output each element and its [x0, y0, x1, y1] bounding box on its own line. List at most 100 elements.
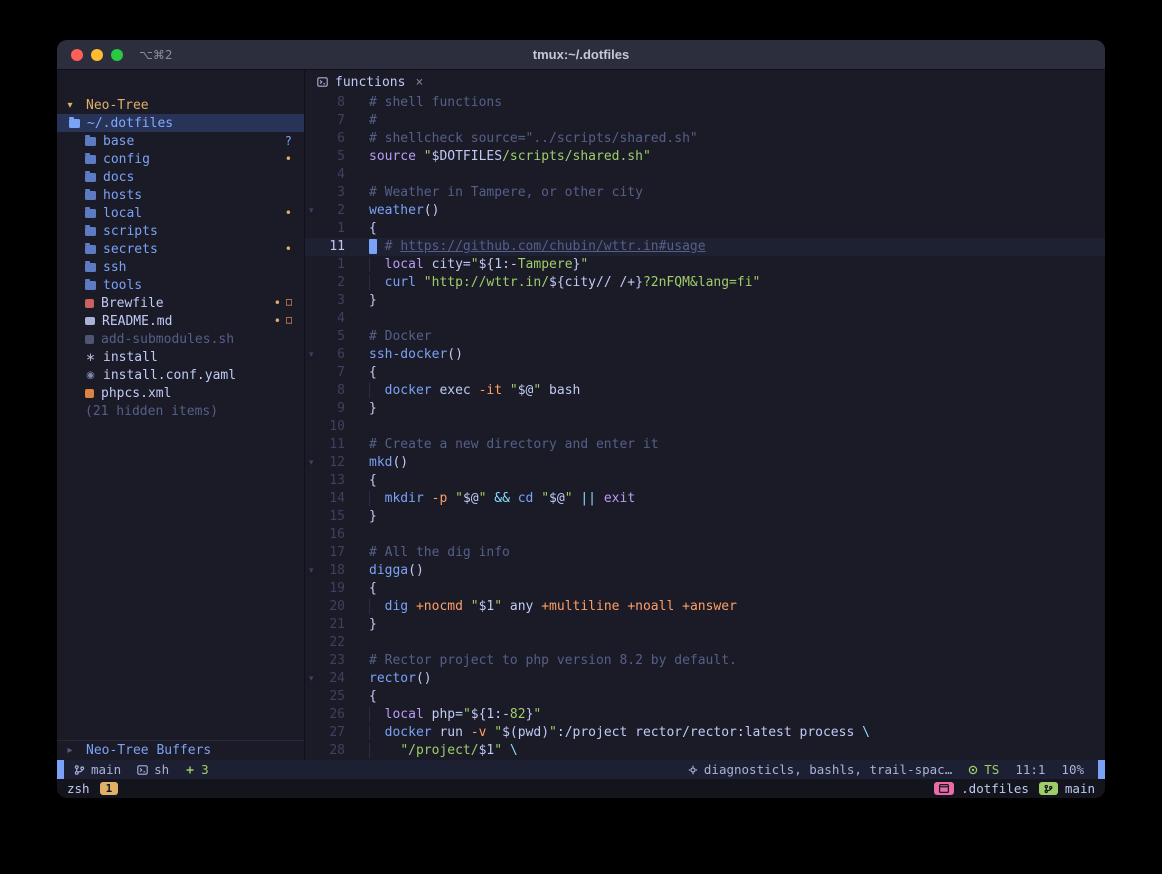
brewfile-icon	[85, 299, 94, 308]
code-line[interactable]: 6# shellcheck source="../scripts/shared.…	[305, 130, 1105, 148]
tree-item-config[interactable]: config•	[57, 150, 304, 168]
tree-item-brewfile[interactable]: Brewfile•□	[57, 294, 304, 312]
code-line[interactable]: 14 mkdir -p "$@" && cd "$@" || exit	[305, 490, 1105, 508]
window-controls	[57, 49, 123, 61]
statusline: main sh 3 diagnosticls, bashls, trail-sp…	[57, 760, 1105, 779]
code-line[interactable]: 17# All the dig info	[305, 544, 1105, 562]
fold-open-icon[interactable]: ▾	[305, 454, 319, 472]
code-line[interactable]: 11# Create a new directory and enter it	[305, 436, 1105, 454]
code-line[interactable]: 26 local php="${1:-82}"	[305, 706, 1105, 724]
code-line[interactable]: 4	[305, 166, 1105, 184]
code-line[interactable]: ▾12mkd()	[305, 454, 1105, 472]
git-modified-badge: •	[274, 294, 281, 312]
tree-item-readme.md[interactable]: README.md•□	[57, 312, 304, 330]
line-text: }	[369, 616, 377, 634]
code-line[interactable]: 19{	[305, 580, 1105, 598]
code-line[interactable]: 7{	[305, 364, 1105, 382]
tree-item-secrets[interactable]: secrets•	[57, 240, 304, 258]
tree-item-label: local	[103, 206, 142, 221]
tree-item--21-hidden-items-[interactable]: (21 hidden items)	[57, 402, 304, 420]
code-line[interactable]: 16	[305, 526, 1105, 544]
code-line[interactable]: 2 curl "http://wttr.in/${city// /+}?2nFQ…	[305, 274, 1105, 292]
code-line[interactable]: 3}	[305, 292, 1105, 310]
line-number: 2	[319, 274, 345, 292]
code-line[interactable]: 3# Weather in Tampere, or other city	[305, 184, 1105, 202]
folder-icon	[85, 209, 96, 218]
tree-item-base[interactable]: base?	[57, 132, 304, 150]
session-icon	[939, 784, 949, 793]
code-line[interactable]: ▾2weather()	[305, 202, 1105, 220]
fold-open-icon[interactable]: ▾	[305, 562, 319, 580]
code-line[interactable]: 11 # https://github.com/chubin/wttr.in#u…	[305, 238, 1105, 256]
code-line[interactable]: 1{	[305, 220, 1105, 238]
terminal-window: ⌥⌘2 tmux:~/.dotfiles ▾ Neo-Tree ~/.dotfi…	[57, 40, 1105, 798]
code-line[interactable]: 7#	[305, 112, 1105, 130]
git-modified-badge: •	[285, 240, 292, 258]
neo-tree-title: Neo-Tree	[86, 98, 149, 113]
git-branch-section: main	[74, 762, 121, 777]
tree-item-scripts[interactable]: scripts	[57, 222, 304, 240]
tree-item-hosts[interactable]: hosts	[57, 186, 304, 204]
scroll-percent: 10%	[1061, 762, 1084, 777]
code-line[interactable]: 1 local city="${1:-Tampere}"	[305, 256, 1105, 274]
code-line[interactable]: 21}	[305, 616, 1105, 634]
code-line[interactable]: ▾24rector()	[305, 670, 1105, 688]
git-staged-badge: □	[286, 312, 292, 330]
neo-tree-buffers-section[interactable]: ▸ Neo-Tree Buffers	[57, 740, 304, 760]
xml-icon	[85, 389, 94, 398]
shell-file-icon	[85, 335, 94, 344]
tree-item-phpcs.xml[interactable]: phpcs.xml	[57, 384, 304, 402]
zoom-button[interactable]	[111, 49, 123, 61]
line-number: 4	[319, 310, 345, 328]
code-line[interactable]: 8# shell functions	[305, 94, 1105, 112]
line-text: local php="${1:-82}"	[369, 706, 541, 724]
line-text: ssh-docker()	[369, 346, 463, 364]
code-line[interactable]: 27 docker run -v "$(pwd)":/project recto…	[305, 724, 1105, 742]
tab-functions[interactable]: functions ×	[317, 75, 423, 90]
close-button[interactable]	[71, 49, 83, 61]
tree-item--.dotfiles[interactable]: ~/.dotfiles	[57, 114, 304, 132]
code-line[interactable]: 28 "/project/$1" \	[305, 742, 1105, 760]
line-number: 2	[319, 202, 345, 220]
code-line[interactable]: 23# Rector project to php version 8.2 by…	[305, 652, 1105, 670]
tree-item-local[interactable]: local•	[57, 204, 304, 222]
code-line[interactable]: 15}	[305, 508, 1105, 526]
code-line[interactable]: 8 docker exec -it "$@" bash	[305, 382, 1105, 400]
tmux-branch-name: main	[1065, 781, 1095, 796]
tree-item-ssh[interactable]: ssh	[57, 258, 304, 276]
line-text: {	[369, 688, 377, 706]
tree-item-label: tools	[103, 278, 142, 293]
git-untracked-badge: ?	[285, 132, 292, 150]
close-tab-button[interactable]: ×	[415, 75, 423, 90]
line-number: 14	[319, 490, 345, 508]
code-line[interactable]: 20 dig +nocmd "$1" any +multiline +noall…	[305, 598, 1105, 616]
fold-open-icon[interactable]: ▾	[305, 670, 319, 688]
mode-indicator-right	[1098, 760, 1105, 779]
line-text: # Rector project to php version 8.2 by d…	[369, 652, 737, 670]
code-line[interactable]: ▾18digga()	[305, 562, 1105, 580]
code-line[interactable]: 4	[305, 310, 1105, 328]
code-line[interactable]: 22	[305, 634, 1105, 652]
line-text: digga()	[369, 562, 424, 580]
line-text: {	[369, 364, 377, 382]
line-number: 12	[319, 454, 345, 472]
neo-tree-header[interactable]: ▾ Neo-Tree	[57, 96, 304, 114]
code-line[interactable]: ▾6ssh-docker()	[305, 346, 1105, 364]
minimize-button[interactable]	[91, 49, 103, 61]
tree-item-install[interactable]: ∗install	[57, 348, 304, 366]
code-line[interactable]: 13{	[305, 472, 1105, 490]
tree-item-tools[interactable]: tools	[57, 276, 304, 294]
tree-item-install.conf.yaml[interactable]: ◉install.conf.yaml	[57, 366, 304, 384]
code-line[interactable]: 10	[305, 418, 1105, 436]
tree-item-docs[interactable]: docs	[57, 168, 304, 186]
code-line[interactable]: 9}	[305, 400, 1105, 418]
tree-item-add-submodules.sh[interactable]: add-submodules.sh	[57, 330, 304, 348]
fold-open-icon[interactable]: ▾	[305, 346, 319, 364]
tmux-window-item[interactable]: zsh 1	[67, 781, 118, 796]
code-line[interactable]: 5# Docker	[305, 328, 1105, 346]
code-line[interactable]: 25{	[305, 688, 1105, 706]
tabline: functions ×	[305, 70, 1105, 94]
fold-open-icon[interactable]: ▾	[305, 202, 319, 220]
branch-icon	[1044, 784, 1053, 794]
code-line[interactable]: 5source "$DOTFILES/scripts/shared.sh"	[305, 148, 1105, 166]
